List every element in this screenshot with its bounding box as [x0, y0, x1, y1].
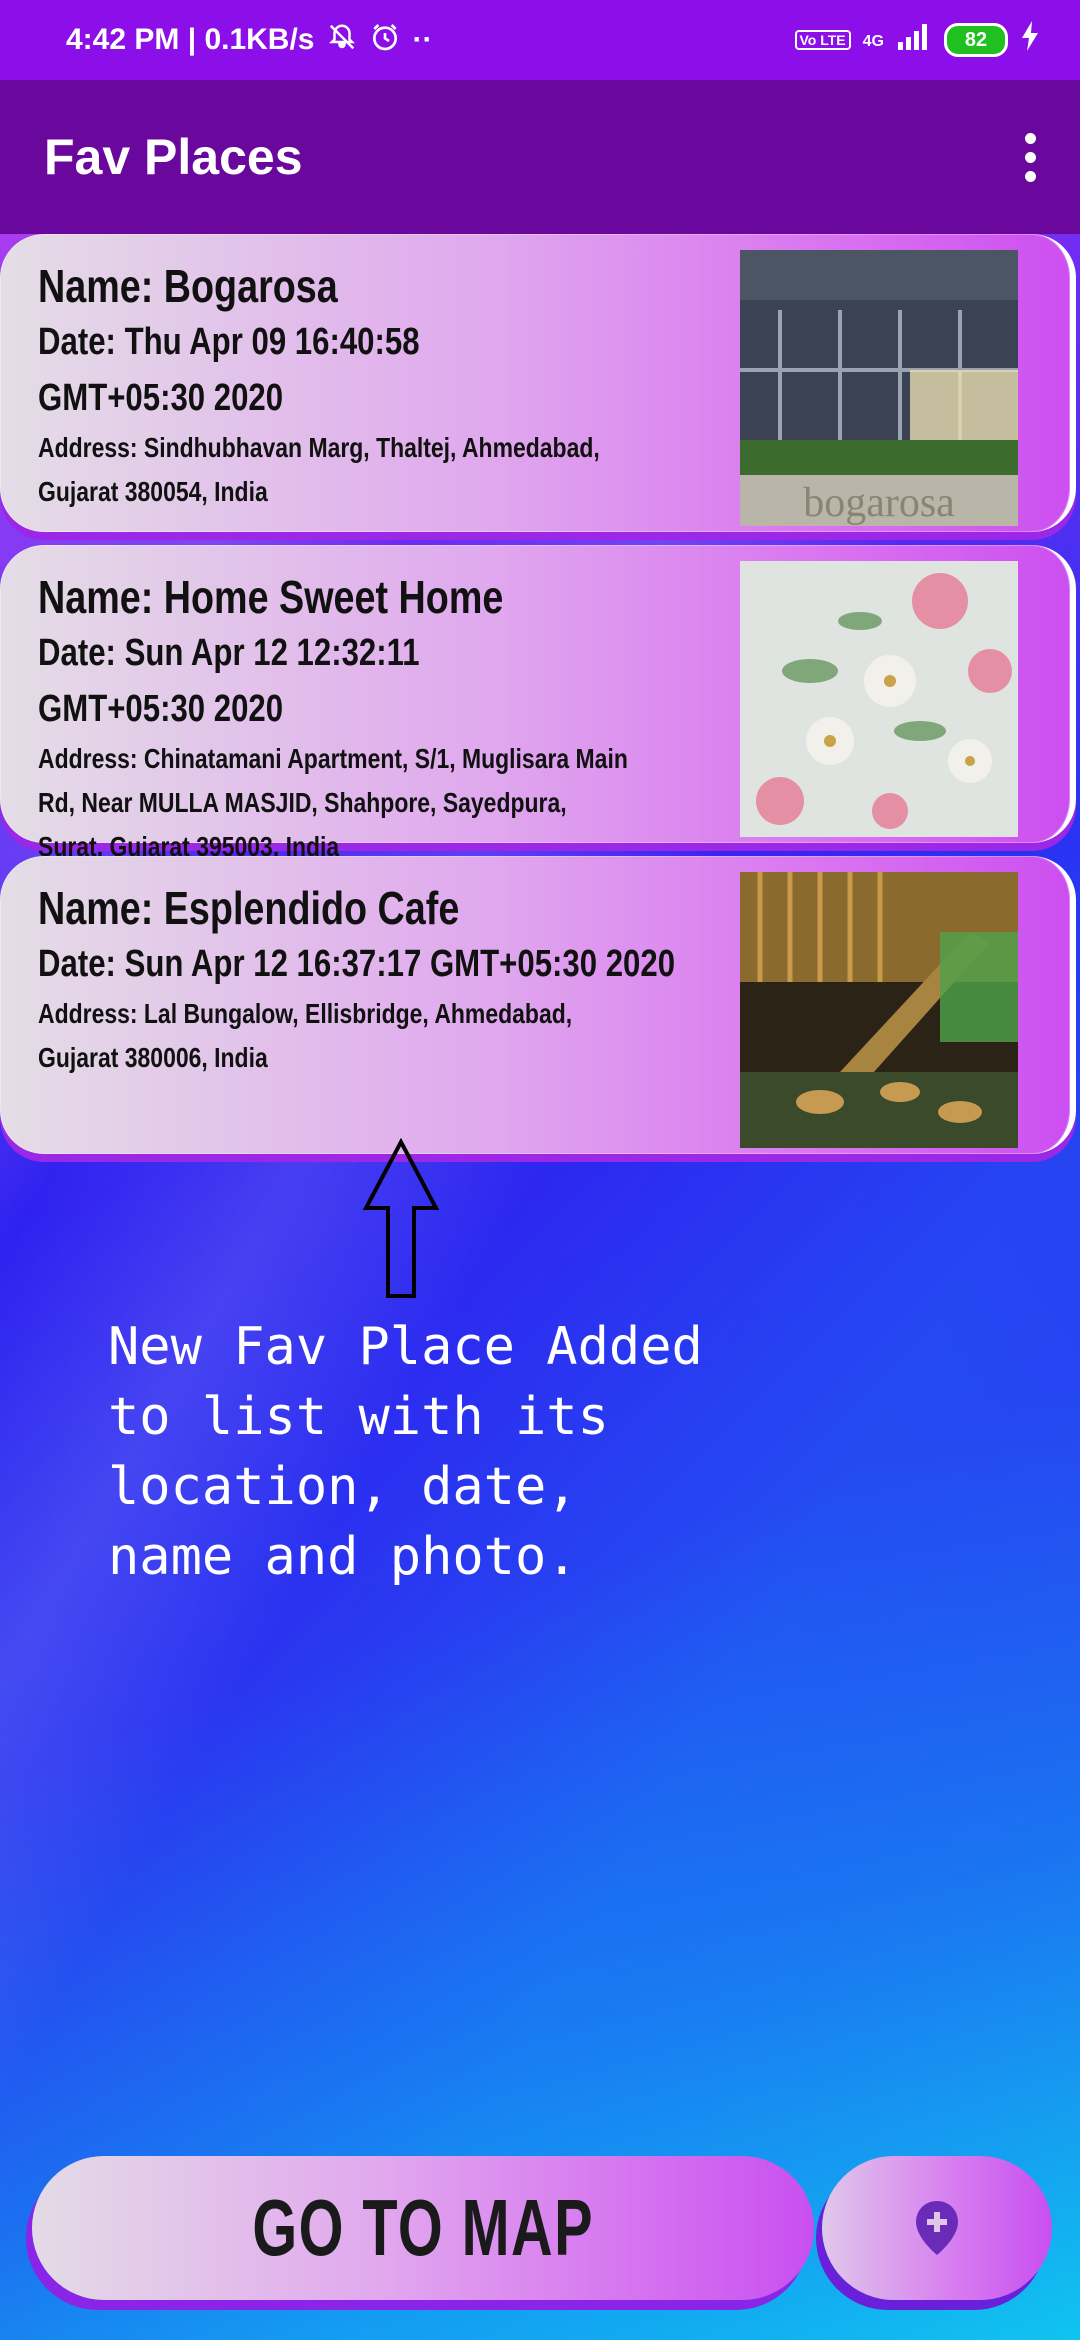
status-right: Vo LTE 4G 82	[794, 21, 1041, 59]
status-time-speed: 4:42 PM | 0.1KB/s	[66, 23, 315, 56]
place-name: Name: Esplendido Cafe	[38, 882, 460, 934]
volte-icon: Vo LTE	[794, 30, 851, 50]
up-arrow-icon	[362, 1138, 440, 1298]
signal-icon	[896, 22, 932, 58]
annotation-text: New Fav Place Added to list with its loc…	[108, 1317, 703, 1587]
place-name: Name: Home Sweet Home	[38, 571, 504, 623]
place-address: Address: Lal Bungalow, Ellisbridge, Ahme…	[38, 998, 573, 1073]
charging-icon	[1020, 21, 1040, 59]
place-text: Name: Home Sweet Home Date: Sun Apr 12 1…	[38, 569, 628, 869]
more-notifications-icon: ··	[412, 23, 433, 56]
place-photo	[740, 561, 1018, 837]
network-type: 4G	[862, 33, 884, 50]
go-to-map-label: GO TO MAP	[252, 2183, 594, 2272]
add-location-icon	[916, 2201, 958, 2255]
place-address: Address: Chinatamani Apartment, S/1, Mug…	[38, 743, 628, 862]
place-text: Name: Esplendido Cafe Date: Sun Apr 12 1…	[38, 880, 675, 1080]
page-title: Fav Places	[44, 129, 303, 185]
places-list: Name: Bogarosa Date: Thu Apr 09 16:40:58…	[0, 234, 1080, 1167]
place-date: Date: Thu Apr 09 16:40:58 GMT+05:30 2020	[38, 321, 420, 419]
place-photo: bogarosa	[740, 250, 1018, 526]
notifications-off-icon	[327, 22, 357, 59]
place-card[interactable]: Name: Bogarosa Date: Thu Apr 09 16:40:58…	[0, 234, 1076, 532]
place-name: Name: Bogarosa	[38, 260, 338, 312]
status-left: 4:42 PM | 0.1KB/s ··	[66, 21, 432, 60]
place-text: Name: Bogarosa Date: Thu Apr 09 16:40:58…	[38, 258, 600, 514]
status-bar: 4:42 PM | 0.1KB/s ·· Vo LTE 4G 82	[0, 0, 1080, 80]
alarm-icon	[369, 21, 401, 60]
place-photo	[740, 872, 1018, 1148]
battery-icon: 82	[944, 23, 1008, 57]
place-date: Date: Sun Apr 12 12:32:11 GMT+05:30 2020	[38, 632, 420, 730]
place-date: Date: Sun Apr 12 16:37:17 GMT+05:30 2020	[38, 943, 676, 985]
photo-sign: bogarosa	[803, 480, 955, 526]
add-place-button[interactable]	[822, 2156, 1052, 2300]
place-card[interactable]: Name: Home Sweet Home Date: Sun Apr 12 1…	[0, 545, 1076, 862]
place-card[interactable]: Name: Esplendido Cafe Date: Sun Apr 12 1…	[0, 856, 1076, 1154]
place-address: Address: Sindhubhavan Marg, Thaltej, Ahm…	[38, 432, 600, 507]
app-bar: Fav Places	[0, 80, 1080, 234]
more-vert-icon[interactable]	[1010, 122, 1050, 192]
go-to-map-button[interactable]: GO TO MAP	[32, 2156, 814, 2300]
